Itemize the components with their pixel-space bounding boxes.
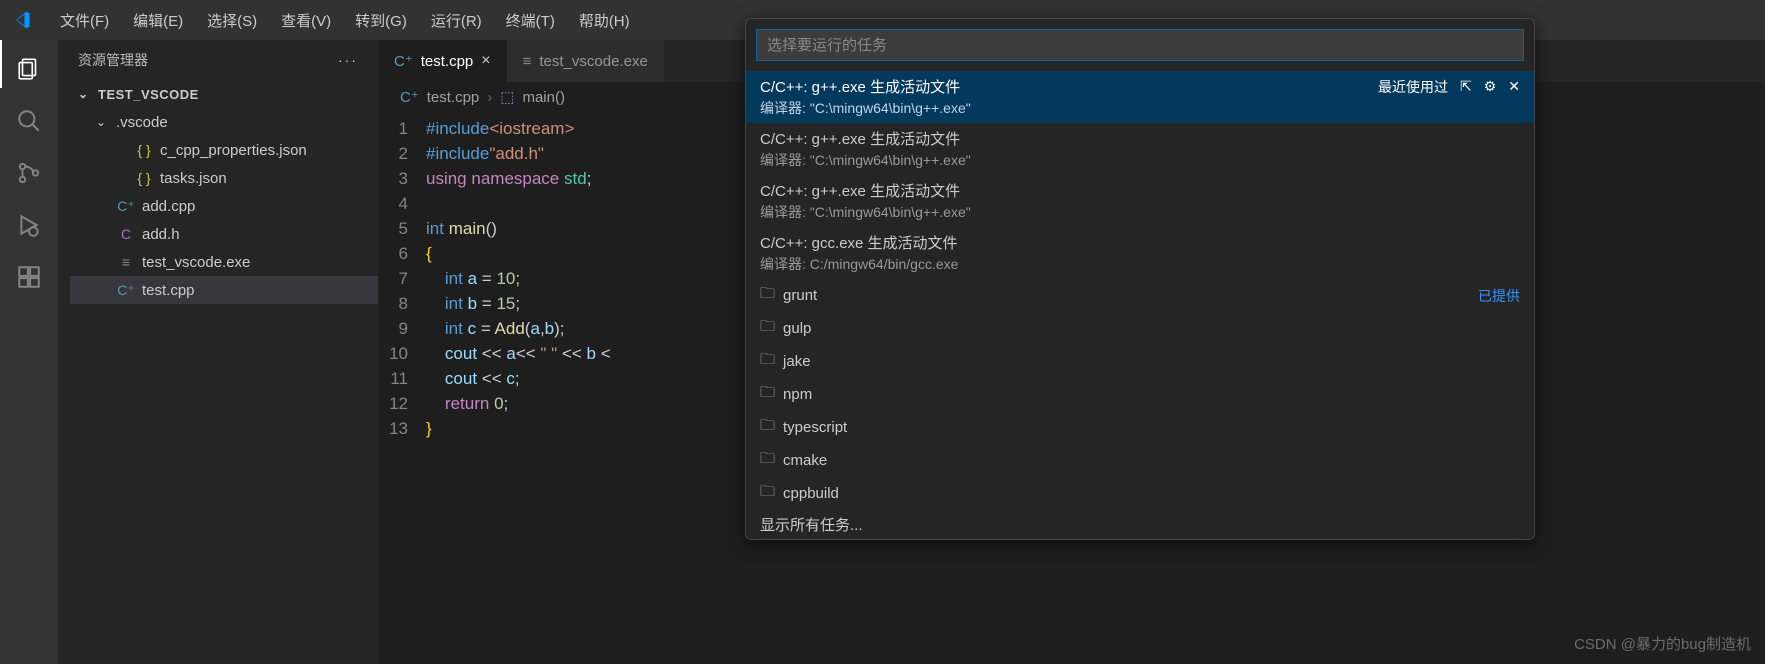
folder-icon: 🗀	[760, 382, 775, 407]
chevron-down-icon: ⌄	[78, 87, 92, 101]
menu-item[interactable]: 终端(T)	[494, 7, 567, 36]
quick-pick: C/C++: g++.exe 生成活动文件最近使用过⇱⚙✕编译器: "C:\mi…	[745, 18, 1535, 540]
search-icon[interactable]	[14, 106, 44, 136]
file-item[interactable]: Cadd.h	[70, 220, 378, 248]
editor-tab[interactable]: C⁺test.cpp×	[378, 40, 507, 82]
task-item[interactable]: C/C++: g++.exe 生成活动文件编译器: "C:\mingw64\bi…	[746, 123, 1534, 175]
file-item[interactable]: C⁺add.cpp	[70, 192, 378, 220]
line-number: 4	[378, 191, 426, 216]
source-control-icon[interactable]	[14, 158, 44, 188]
line-number: 9	[378, 316, 426, 341]
chevron-down-icon: ⌄	[96, 115, 110, 129]
cpp-icon: C⁺	[400, 88, 419, 106]
menu-item[interactable]: 帮助(H)	[567, 7, 642, 36]
task-item[interactable]: C/C++: g++.exe 生成活动文件编译器: "C:\mingw64\bi…	[746, 175, 1534, 227]
json-icon: { }	[134, 170, 154, 186]
quick-pick-input-wrapper	[756, 29, 1524, 61]
json-icon: { }	[134, 142, 154, 158]
folder-icon: 🗀	[760, 448, 775, 473]
line-number: 7	[378, 266, 426, 291]
folder-icon: 🗀	[760, 316, 775, 341]
file-icon: C⁺	[116, 282, 136, 299]
file-item[interactable]: { }c_cpp_properties.json	[70, 136, 378, 164]
folder-icon: 🗀	[760, 415, 775, 440]
menu-item[interactable]: 编辑(E)	[121, 7, 195, 36]
quick-pick-input[interactable]	[767, 37, 1513, 54]
pin-icon[interactable]: ⇱	[1460, 78, 1472, 95]
explorer-icon[interactable]	[14, 54, 44, 84]
file-item[interactable]: C⁺test.cpp	[70, 276, 378, 304]
line-number: 10	[378, 341, 426, 366]
menu-item[interactable]: 文件(F)	[48, 7, 121, 36]
line-number: 12	[378, 391, 426, 416]
show-all-tasks[interactable]: 显示所有任务...	[746, 510, 1534, 539]
task-item[interactable]: C/C++: g++.exe 生成活动文件最近使用过⇱⚙✕编译器: "C:\mi…	[746, 71, 1534, 123]
provider-item[interactable]: 🗀npm	[746, 378, 1534, 411]
line-number: 6	[378, 241, 426, 266]
line-number: 2	[378, 141, 426, 166]
menu-item[interactable]: 查看(V)	[269, 7, 343, 36]
line-number: 3	[378, 166, 426, 191]
sidebar-title: 资源管理器	[78, 50, 148, 70]
file-icon: C⁺	[116, 198, 136, 215]
menu-item[interactable]: 运行(R)	[419, 7, 494, 36]
line-number: 11	[378, 366, 426, 391]
provider-item[interactable]: 🗀jake	[746, 345, 1534, 378]
vscode-logo-icon	[12, 10, 32, 30]
file-icon: C	[116, 226, 136, 242]
line-number: 8	[378, 291, 426, 316]
provider-item[interactable]: 🗀cmake	[746, 444, 1534, 477]
activity-active-indicator	[0, 40, 2, 88]
breadcrumb-separator-icon: ›	[487, 89, 492, 106]
menu-item[interactable]: 选择(S)	[195, 7, 269, 36]
close-icon[interactable]: ×	[481, 52, 490, 70]
file-icon: C⁺	[394, 52, 413, 70]
menu-item[interactable]: 转到(G)	[343, 7, 419, 36]
run-debug-icon[interactable]	[14, 210, 44, 240]
task-item[interactable]: C/C++: gcc.exe 生成活动文件编译器: C:/mingw64/bin…	[746, 227, 1534, 279]
folder-icon: 🗀	[760, 349, 775, 374]
provider-item[interactable]: 🗀typescript	[746, 411, 1534, 444]
activity-bar	[0, 40, 58, 664]
gear-icon[interactable]: ⚙	[1484, 78, 1497, 95]
extensions-icon[interactable]	[14, 262, 44, 292]
provider-item[interactable]: 🗀gulp	[746, 312, 1534, 345]
line-number: 13	[378, 416, 426, 441]
folder-icon: 🗀	[760, 283, 775, 308]
folder-vscode[interactable]: ⌄ .vscode	[70, 108, 378, 136]
provider-item[interactable]: 🗀cppbuild	[746, 477, 1534, 510]
folder-root[interactable]: ⌄ TEST_VSCODE	[70, 80, 378, 108]
file-item[interactable]: { }tasks.json	[70, 164, 378, 192]
editor-tab[interactable]: ≡test_vscode.exe	[507, 40, 664, 82]
sidebar-more-icon[interactable]: ···	[338, 52, 358, 68]
file-icon: ≡	[116, 254, 136, 270]
line-number: 1	[378, 116, 426, 141]
close-icon[interactable]: ✕	[1508, 78, 1520, 95]
provider-item[interactable]: 🗀grunt已提供	[746, 279, 1534, 312]
line-number: 5	[378, 216, 426, 241]
file-item[interactable]: ≡test_vscode.exe	[70, 248, 378, 276]
folder-icon: 🗀	[760, 481, 775, 506]
sidebar: 资源管理器 ··· ⌄ TEST_VSCODE ⌄ .vscode { }c_c…	[58, 40, 378, 664]
watermark: CSDN @暴力的bug制造机	[1574, 633, 1751, 654]
file-icon: ≡	[523, 53, 532, 70]
symbol-icon: ⬚	[500, 88, 514, 106]
